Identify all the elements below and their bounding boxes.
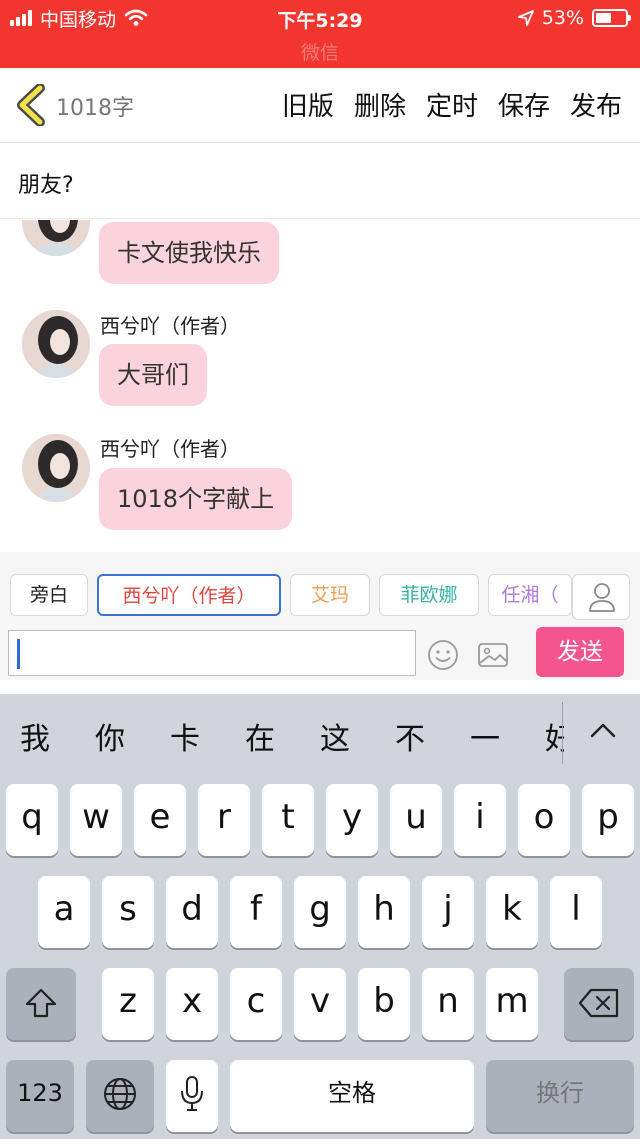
shift-key[interactable] [6, 968, 76, 1040]
key-q[interactable]: q [6, 784, 58, 856]
shift-icon [25, 988, 57, 1018]
candidate-word[interactable]: 你 [95, 714, 125, 758]
toolbar-actions: 旧版 删除 定时 保存 发布 [282, 86, 622, 123]
key-n[interactable]: n [422, 968, 474, 1040]
key-s[interactable]: s [102, 876, 154, 948]
key-k[interactable]: k [486, 876, 538, 948]
return-key[interactable]: 换行 [486, 1060, 634, 1132]
globe-icon [104, 1078, 136, 1110]
message-bubble[interactable]: 大哥们 [99, 344, 207, 406]
numbers-key[interactable]: 123 [6, 1060, 74, 1132]
author-avatar[interactable] [22, 220, 90, 256]
delete-button[interactable]: 删除 [354, 86, 406, 123]
back-chevron-icon[interactable] [14, 84, 50, 126]
candidate-word[interactable]: 这 [320, 714, 350, 758]
key-b[interactable]: b [358, 968, 410, 1040]
key-c[interactable]: c [230, 968, 282, 1040]
message-bubble[interactable]: 1018个字献上 [99, 468, 293, 530]
backspace-icon [578, 988, 619, 1018]
key-m[interactable]: m [486, 968, 538, 1040]
person-icon [589, 583, 615, 612]
keyboard: 我 你 卡 在 这 不 一 好 q w e r t y u i o p a s … [0, 694, 640, 1139]
candidate-divider [562, 702, 563, 764]
key-j[interactable]: j [422, 876, 474, 948]
text-caret [17, 639, 20, 669]
image-icon[interactable] [476, 638, 510, 672]
key-p[interactable]: p [582, 784, 634, 856]
story-title: 朋友? [18, 173, 74, 198]
message-input[interactable] [8, 630, 416, 676]
message-bubble[interactable]: 卡文使我快乐 [99, 222, 279, 284]
save-button[interactable]: 保存 [498, 86, 550, 123]
candidate-word[interactable]: 在 [245, 714, 275, 758]
chat-list[interactable]: 卡文使我快乐 西兮吖（作者） 大哥们 西兮吖（作者） 1018个字献上 [0, 220, 640, 552]
key-l[interactable]: l [550, 876, 602, 948]
key-e[interactable]: e [134, 784, 186, 856]
story-title-row[interactable]: 朋友? [0, 143, 640, 219]
candidate-word[interactable]: 一 [470, 714, 500, 758]
editor-toolbar: 1018字 旧版 删除 定时 保存 发布 [0, 68, 640, 143]
key-w[interactable]: w [70, 784, 122, 856]
key-x[interactable]: x [166, 968, 218, 1040]
location-arrow-icon [517, 10, 534, 26]
space-key[interactable]: 空格 [230, 1060, 474, 1132]
key-a[interactable]: a [38, 876, 90, 948]
key-o[interactable]: o [518, 784, 570, 856]
word-count: 1018字 [56, 96, 134, 121]
key-r[interactable]: r [198, 784, 250, 856]
key-v[interactable]: v [294, 968, 346, 1040]
key-y[interactable]: y [326, 784, 378, 856]
author-avatar[interactable] [22, 310, 90, 378]
message-author: 西兮吖（作者） [100, 437, 240, 461]
manage-roles-button[interactable] [572, 574, 630, 620]
candidate-word[interactable]: 不 [395, 714, 425, 758]
key-u[interactable]: u [390, 784, 442, 856]
candidate-bar: 我 你 卡 在 这 不 一 好 [0, 694, 640, 782]
role-chip-emma[interactable]: 艾玛 [290, 574, 370, 616]
role-chip-renxiang[interactable]: 任湘（ [488, 574, 572, 616]
role-chip-narrator[interactable]: 旁白 [10, 574, 88, 616]
author-avatar[interactable] [22, 434, 90, 502]
battery-percent: 53% [541, 7, 584, 29]
old-version-button[interactable]: 旧版 [282, 86, 334, 123]
key-d[interactable]: d [166, 876, 218, 948]
microphone-key[interactable] [166, 1060, 218, 1132]
battery-icon [592, 9, 631, 27]
composer-panel: 旁白 西兮吖（作者） 艾玛 菲欧娜 任湘（ 发送 [0, 552, 640, 680]
key-g[interactable]: g [294, 876, 346, 948]
backspace-key[interactable] [564, 968, 634, 1040]
key-z[interactable]: z [102, 968, 154, 1040]
globe-key[interactable] [86, 1060, 154, 1132]
microphone-icon [181, 1076, 203, 1111]
role-chip-author[interactable]: 西兮吖（作者） [97, 574, 281, 616]
key-f[interactable]: f [230, 876, 282, 948]
chevron-up-icon[interactable] [584, 716, 622, 746]
key-i[interactable]: i [454, 784, 506, 856]
key-h[interactable]: h [358, 876, 410, 948]
key-t[interactable]: t [262, 784, 314, 856]
role-chip-fiona[interactable]: 菲欧娜 [379, 574, 479, 616]
emoji-icon[interactable] [426, 638, 460, 672]
app-name: 微信 [300, 42, 339, 64]
candidate-word[interactable]: 卡 [170, 714, 200, 758]
status-bar: 中国移动 下午5:29 微信 53% [0, 0, 640, 68]
message-author: 西兮吖（作者） [100, 314, 240, 338]
publish-button[interactable]: 发布 [570, 86, 622, 123]
send-button[interactable]: 发送 [536, 627, 624, 677]
schedule-button[interactable]: 定时 [426, 86, 478, 123]
candidate-word[interactable]: 我 [20, 714, 50, 758]
